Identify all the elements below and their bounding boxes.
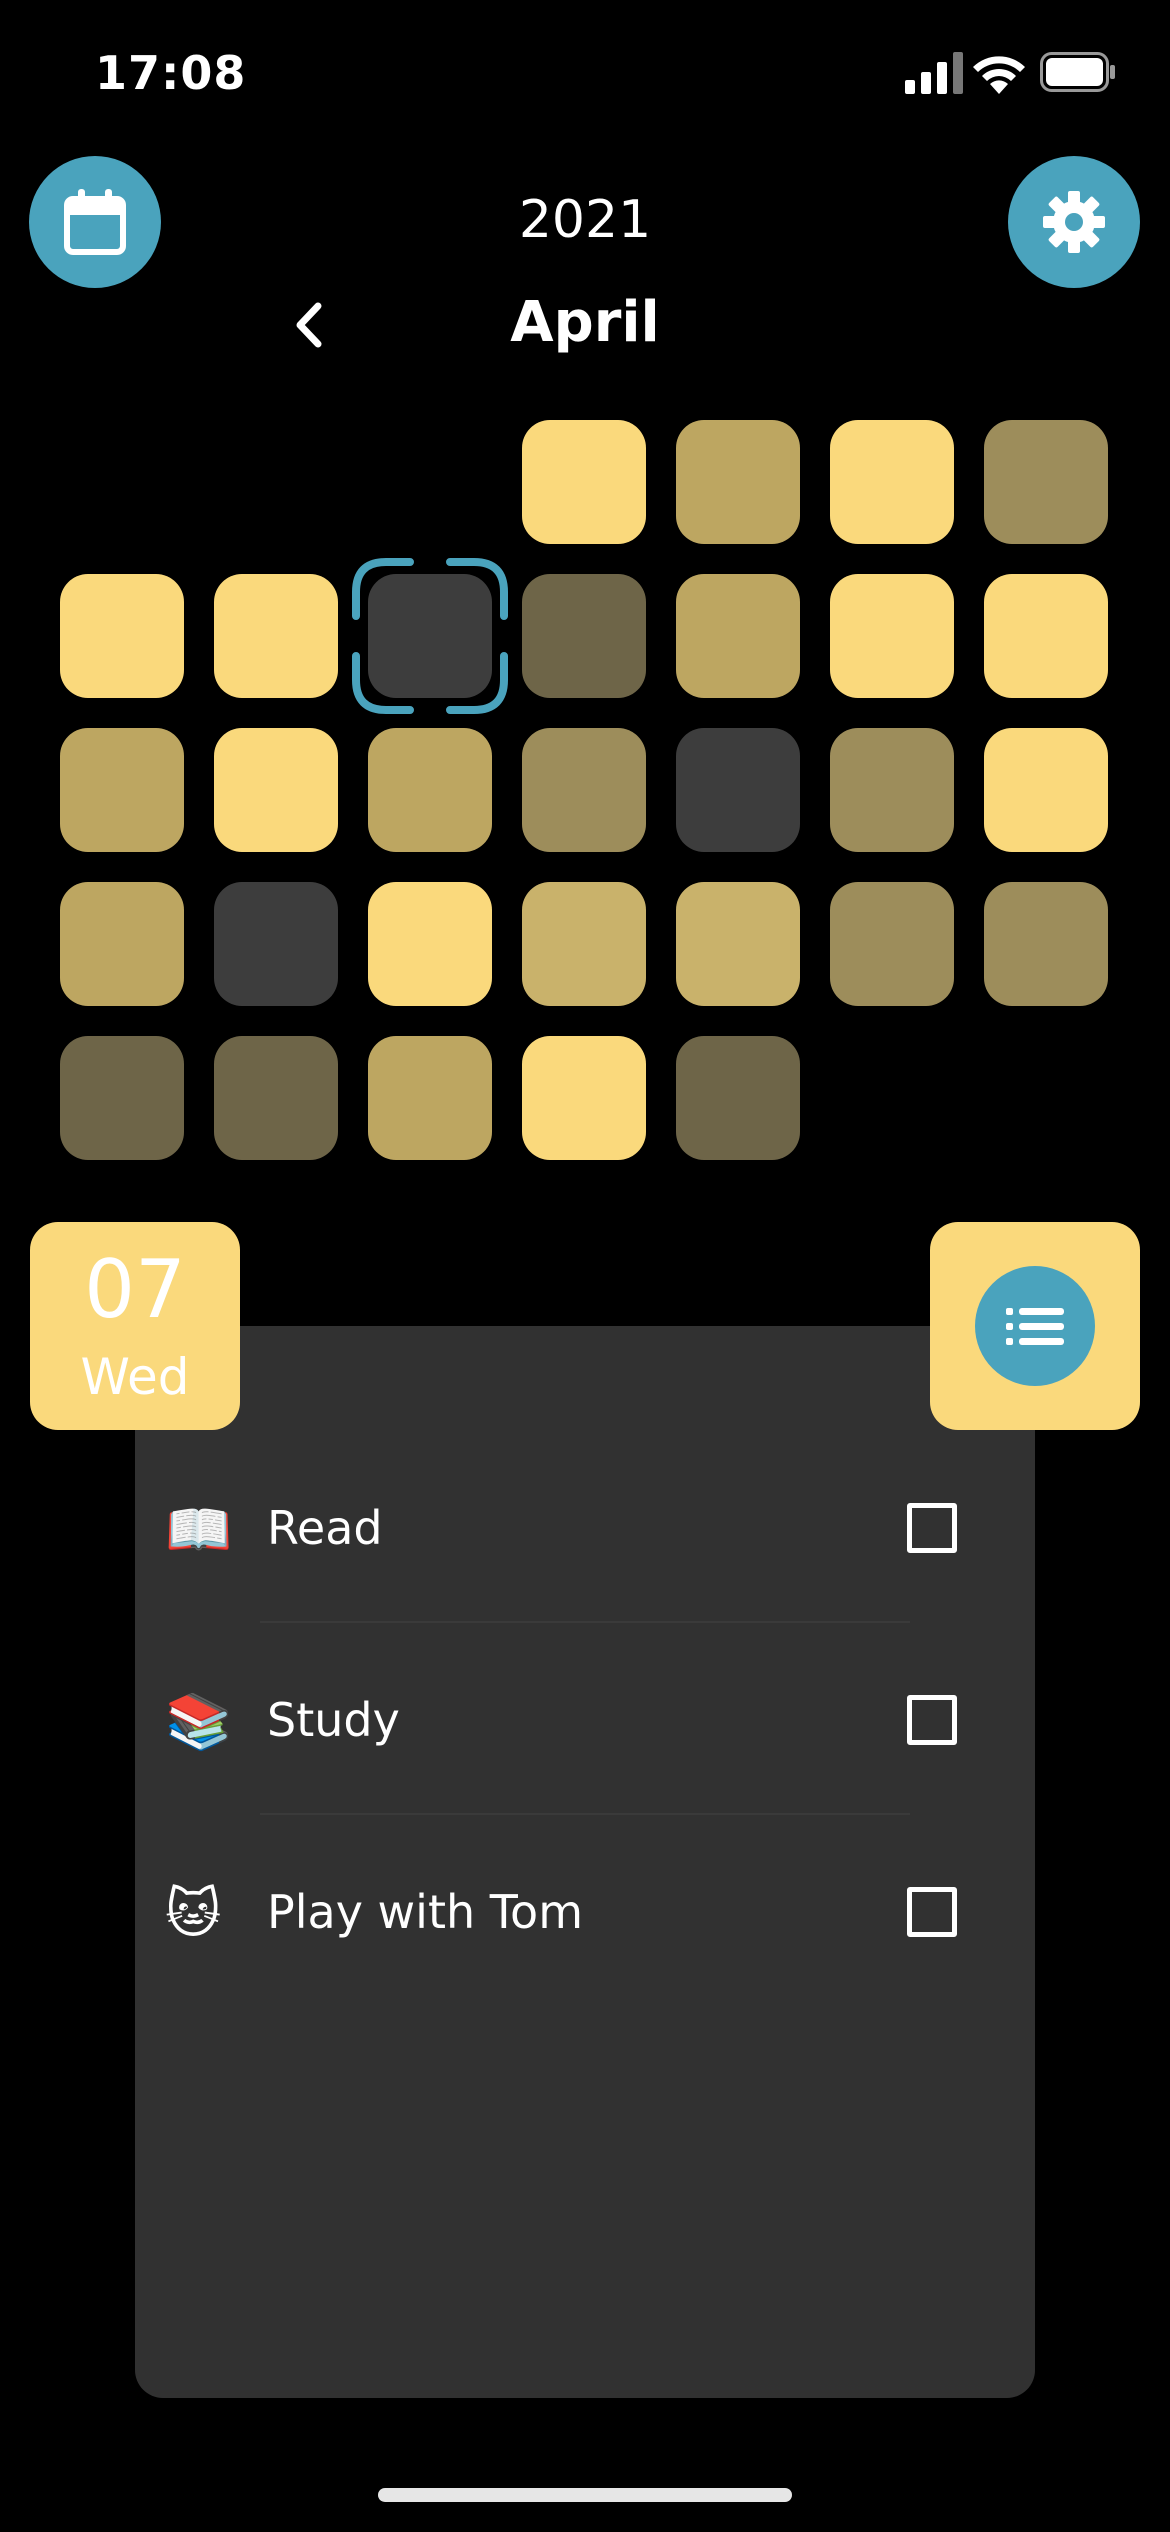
calendar-day-30[interactable] [676, 1036, 800, 1160]
task-item[interactable]: 📚 Study [135, 1625, 1035, 1815]
wifi-icon [973, 56, 1025, 94]
calendar-day-4[interactable] [984, 420, 1108, 544]
calendar-day-26[interactable] [60, 1036, 184, 1160]
calendar-day-10[interactable] [830, 574, 954, 698]
calendar-day-22[interactable] [522, 882, 646, 1006]
task-item[interactable]: 🐱 Play with Tom [135, 1817, 1035, 2007]
calendar-day-5[interactable] [60, 574, 184, 698]
task-label: Play with Tom [267, 1885, 584, 1939]
selected-date-card: 07 Wed [30, 1222, 240, 1430]
calendar-day-12[interactable] [60, 728, 184, 852]
divider [260, 1813, 910, 1815]
status-bar: 17:08 [0, 0, 1170, 140]
calendar-day-27[interactable] [214, 1036, 338, 1160]
task-label: Study [267, 1693, 400, 1747]
calendar-day-29[interactable] [522, 1036, 646, 1160]
selected-day-frame [352, 558, 508, 714]
cat-face-icon: 🐱 [165, 1882, 222, 1945]
year-label: 2021 [518, 190, 652, 250]
calendar-day-23[interactable] [676, 882, 800, 1006]
list-button[interactable] [975, 1266, 1095, 1386]
selected-weekday: Wed [80, 1348, 190, 1406]
calendar-day-3[interactable] [830, 420, 954, 544]
calendar-day-16[interactable] [676, 728, 800, 852]
battery-icon [1040, 52, 1115, 92]
book-icon: 📖 [165, 1498, 233, 1561]
calendar-day-14[interactable] [368, 728, 492, 852]
divider [260, 1621, 910, 1623]
cellular-signal-icon [905, 52, 963, 94]
calendar-day-13[interactable] [214, 728, 338, 852]
calendar-day-11[interactable] [984, 574, 1108, 698]
task-checkbox[interactable] [907, 1887, 957, 1937]
task-checkbox[interactable] [907, 1503, 957, 1553]
calendar-day-15[interactable] [522, 728, 646, 852]
calendar-day-25[interactable] [984, 882, 1108, 1006]
calendar-day-20[interactable] [214, 882, 338, 1006]
calendar-day-2[interactable] [676, 420, 800, 544]
calendar-day-24[interactable] [830, 882, 954, 1006]
calendar-day-17[interactable] [830, 728, 954, 852]
calendar-day-21[interactable] [368, 882, 492, 1006]
calendar-day-9[interactable] [676, 574, 800, 698]
calendar-grid [60, 420, 1110, 1160]
list-button-card [930, 1222, 1140, 1430]
calendar-day-1[interactable] [522, 420, 646, 544]
home-indicator [378, 2488, 792, 2502]
calendar-day-18[interactable] [984, 728, 1108, 852]
calendar-day-6[interactable] [214, 574, 338, 698]
task-checkbox[interactable] [907, 1695, 957, 1745]
month-label: April [510, 290, 660, 355]
calendar-day-28[interactable] [368, 1036, 492, 1160]
calendar-day-19[interactable] [60, 882, 184, 1006]
list-icon [1006, 1308, 1064, 1345]
task-label: Read [267, 1501, 383, 1555]
status-time: 17:08 [95, 46, 247, 100]
books-icon: 📚 [165, 1690, 233, 1753]
task-item[interactable]: 📖 Read [135, 1433, 1035, 1623]
selected-day-number: 07 [84, 1243, 186, 1336]
calendar-day-8[interactable] [522, 574, 646, 698]
